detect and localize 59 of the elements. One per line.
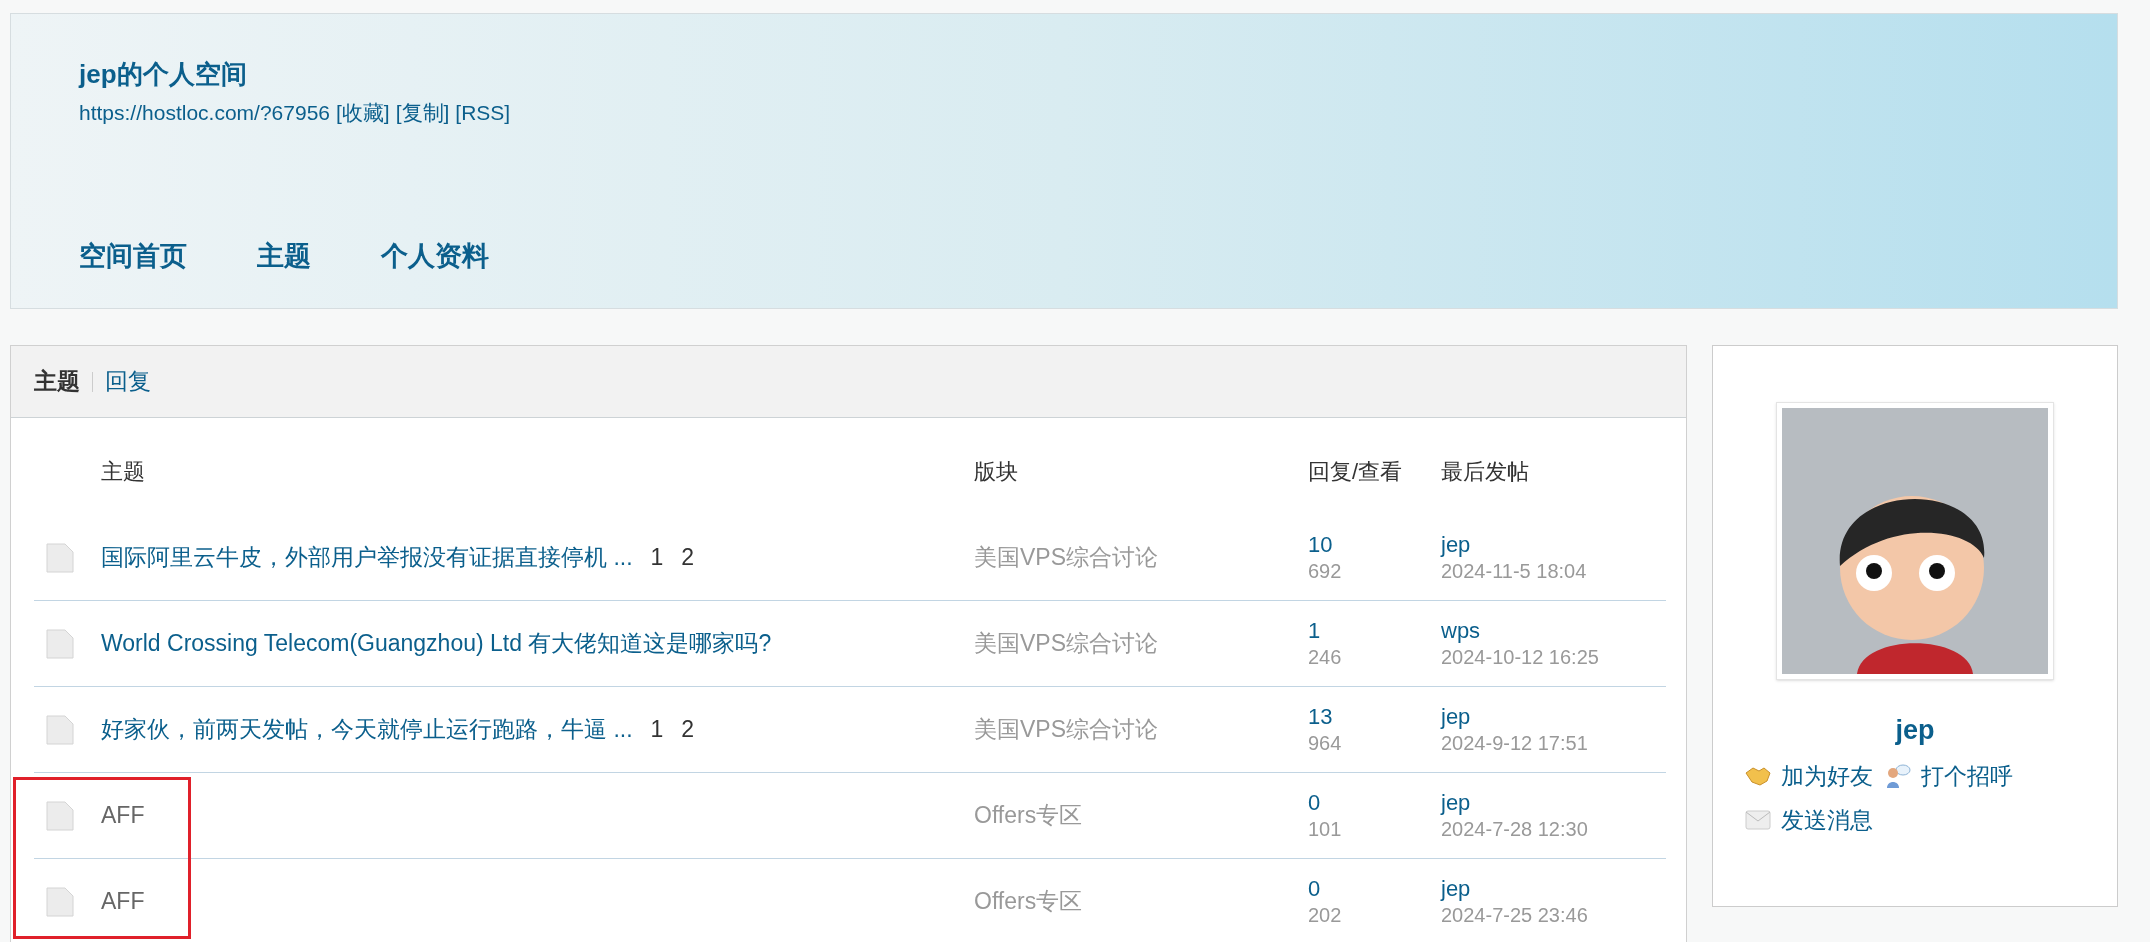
topic-title[interactable]: 好家伙，前两天发帖，今天就停止运行跑路，牛逼 ... (101, 712, 633, 747)
nav-link[interactable]: 主题 (257, 236, 311, 277)
tab[interactable]: 主题 (34, 364, 80, 399)
profile-action-link[interactable]: 打个招呼 (1921, 758, 2013, 793)
last-poster[interactable]: jep (1441, 789, 1471, 817)
topic-title[interactable]: AFF (101, 884, 145, 919)
column-header: 最后发帖 (1441, 458, 1529, 486)
profile-name[interactable]: jep (1895, 710, 1935, 751)
topic-title[interactable]: World Crossing Telecom(Guangzhou) Ltd 有大佬知道这是哪家吗? (101, 626, 772, 661)
last-post-time: 2024-7-28 12:30 (1441, 816, 1588, 842)
reply-count[interactable]: 13 (1308, 703, 1333, 731)
last-post-time: 2024-9-12 17:51 (1441, 730, 1588, 756)
last-post-time: 2024-10-12 16:25 (1441, 644, 1599, 670)
view-count: 202 (1308, 902, 1342, 928)
last-post-time: 2024-7-25 23:46 (1441, 902, 1588, 928)
last-poster[interactable]: jep (1441, 531, 1471, 559)
person-speech-icon (1885, 762, 1911, 789)
last-poster[interactable]: wps (1441, 617, 1481, 645)
view-count: 692 (1308, 558, 1342, 584)
space-title: jep的个人空间 (79, 58, 248, 91)
page-link[interactable]: 1 (650, 712, 664, 747)
column-header: 版块 (974, 458, 1018, 486)
space-link[interactable]: [RSS] (455, 96, 511, 128)
document-icon (46, 628, 74, 659)
space-link[interactable]: [收藏] (336, 96, 390, 128)
tab[interactable]: 回复 (105, 364, 151, 399)
forum-name: 美国VPS综合讨论 (974, 715, 1159, 745)
forum-name: 美国VPS综合讨论 (974, 543, 1159, 573)
forum-name: 美国VPS综合讨论 (974, 629, 1159, 659)
view-count: 964 (1308, 730, 1342, 756)
page-link[interactable]: 2 (681, 540, 695, 575)
forum-name: Offers专区 (974, 887, 1083, 917)
last-post-time: 2024-11-5 18:04 (1441, 558, 1587, 584)
view-count: 101 (1308, 816, 1342, 842)
document-icon (46, 542, 74, 573)
space-url: https://hostloc.com/?67956 (79, 99, 330, 126)
column-header: 主题 (101, 458, 145, 486)
view-count: 246 (1308, 644, 1342, 670)
space-link[interactable]: [复制] (395, 96, 450, 128)
reply-count[interactable]: 10 (1308, 531, 1333, 559)
profile-action-link[interactable]: 加为好友 (1781, 758, 1873, 793)
document-icon (46, 886, 74, 917)
nav-link[interactable]: 空间首页 (79, 236, 187, 277)
document-icon (46, 800, 74, 831)
last-poster[interactable]: jep (1441, 703, 1471, 731)
column-header: 回复/查看 (1308, 458, 1403, 486)
document-icon (46, 714, 74, 745)
topic-title[interactable]: AFF (101, 798, 145, 833)
reply-count[interactable]: 0 (1308, 875, 1321, 903)
envelope-icon (1745, 810, 1771, 831)
nav-link[interactable]: 个人资料 (381, 236, 489, 277)
reply-count[interactable]: 0 (1308, 789, 1321, 817)
page-link[interactable]: 2 (681, 712, 695, 747)
profile-action-link[interactable]: 发送消息 (1781, 803, 1873, 838)
forum-name: Offers专区 (974, 801, 1083, 831)
last-poster[interactable]: jep (1441, 875, 1471, 903)
page-link[interactable]: 1 (650, 540, 664, 575)
topic-title[interactable]: 国际阿里云牛皮，外部用户举报没有证据直接停机 ... (101, 540, 633, 575)
reply-count[interactable]: 1 (1308, 617, 1321, 645)
